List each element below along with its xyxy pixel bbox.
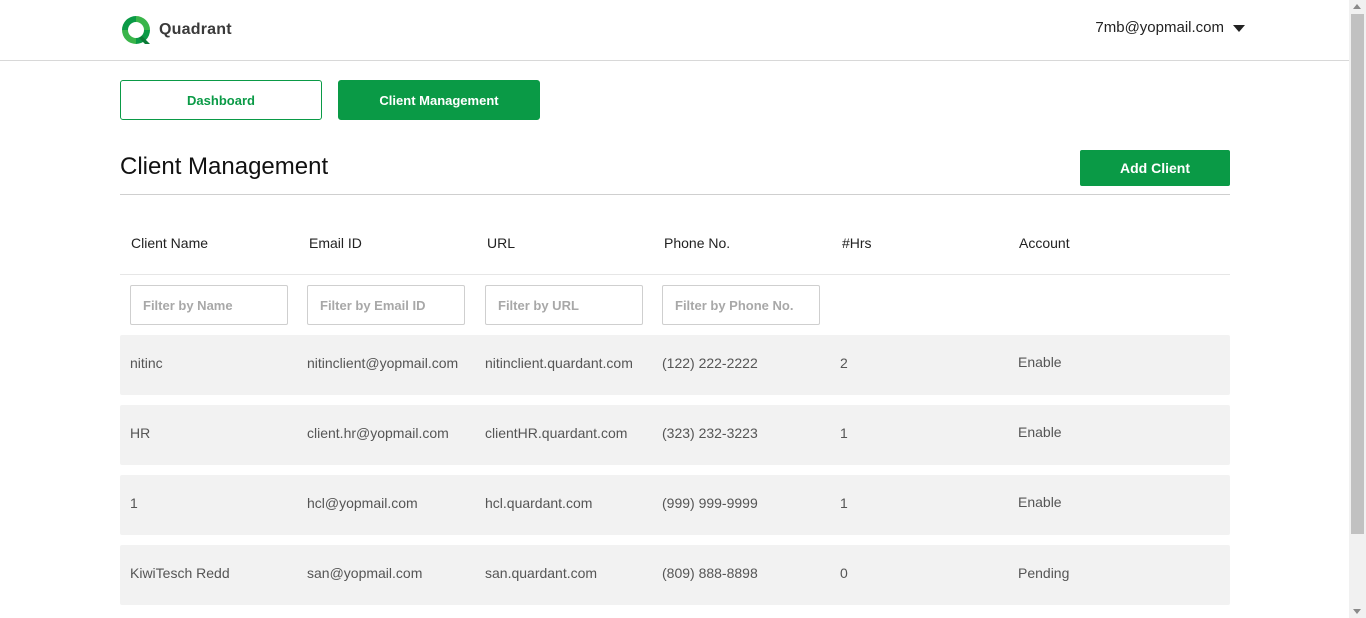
cell-client-name: HR xyxy=(130,425,151,441)
table-row[interactable]: HR client.hr@yopmail.com clientHR.quarda… xyxy=(120,405,1230,465)
top-header: Quadrant 7mb@yopmail.com xyxy=(0,0,1349,61)
add-client-button[interactable]: Add Client xyxy=(1080,150,1230,186)
cell-url: clientHR.quardant.com xyxy=(485,425,628,441)
page-title: Client Management xyxy=(120,153,329,180)
quadrant-logo[interactable]: Quadrant xyxy=(120,14,232,46)
title-divider xyxy=(120,194,1230,195)
cell-hrs: 1 xyxy=(840,425,848,441)
cell-client-name: 1 xyxy=(130,495,138,511)
cell-phone: (809) 888-8898 xyxy=(662,565,758,581)
cell-account-status[interactable]: Enable xyxy=(1018,424,1138,440)
column-header-account: Account xyxy=(1019,235,1070,251)
cell-url: hcl.quardant.com xyxy=(485,495,593,511)
cell-hrs: 1 xyxy=(840,495,848,511)
cell-client-name: KiwiTesch Redd xyxy=(130,565,230,581)
filter-url-input[interactable] xyxy=(485,285,643,325)
scrollbar-thumb[interactable] xyxy=(1351,14,1364,534)
column-header-email: Email ID xyxy=(309,235,362,251)
column-header-hrs: #Hrs xyxy=(842,235,872,251)
cell-email: hcl@yopmail.com xyxy=(307,495,418,511)
column-header-phone: Phone No. xyxy=(664,235,731,251)
vertical-scrollbar[interactable] xyxy=(1349,0,1366,618)
cell-email: nitinclient@yopmail.com xyxy=(307,355,459,371)
user-email: 7mb@yopmail.com xyxy=(1095,19,1224,36)
cell-account-status[interactable]: Enable xyxy=(1018,494,1138,510)
cell-url: san.quardant.com xyxy=(485,565,598,581)
column-header-url: URL xyxy=(487,235,516,251)
cell-hrs: 0 xyxy=(840,565,848,581)
cell-account-status[interactable]: Enable xyxy=(1018,354,1138,370)
table-row[interactable]: KiwiTesch Redd san@yopmail.com san.quard… xyxy=(120,545,1230,605)
header-divider xyxy=(120,274,1230,275)
cell-email: san@yopmail.com xyxy=(307,565,423,581)
caret-down-icon[interactable] xyxy=(1233,25,1245,32)
scroll-down-arrow-icon[interactable] xyxy=(1353,609,1361,614)
cell-phone: (999) 999-9999 xyxy=(662,495,758,511)
filter-name-input[interactable] xyxy=(130,285,288,325)
filter-email-input[interactable] xyxy=(307,285,465,325)
table-row[interactable]: nitinc nitinclient@yopmail.com nitinclie… xyxy=(120,335,1230,395)
user-menu[interactable]: 7mb@yopmail.com xyxy=(1095,19,1245,36)
cell-account-status[interactable]: Pending xyxy=(1018,565,1138,581)
tab-dashboard[interactable]: Dashboard xyxy=(120,80,322,120)
cell-email: client.hr@yopmail.com xyxy=(307,425,449,441)
cell-phone: (122) 222-2222 xyxy=(662,355,758,371)
filter-phone-input[interactable] xyxy=(662,285,820,325)
table-row[interactable]: 1 hcl@yopmail.com hcl.quardant.com (999)… xyxy=(120,475,1230,535)
column-header-client-name: Client Name xyxy=(131,235,209,251)
cell-hrs: 2 xyxy=(840,355,848,371)
brand-name: Quadrant xyxy=(159,21,232,38)
cell-url: nitinclient.quardant.com xyxy=(485,355,633,371)
scroll-up-arrow-icon[interactable] xyxy=(1353,4,1361,9)
quadrant-logo-icon xyxy=(122,16,150,44)
cell-phone: (323) 232-3223 xyxy=(662,425,758,441)
cell-client-name: nitinc xyxy=(130,355,163,371)
tab-client-management[interactable]: Client Management xyxy=(338,80,540,120)
